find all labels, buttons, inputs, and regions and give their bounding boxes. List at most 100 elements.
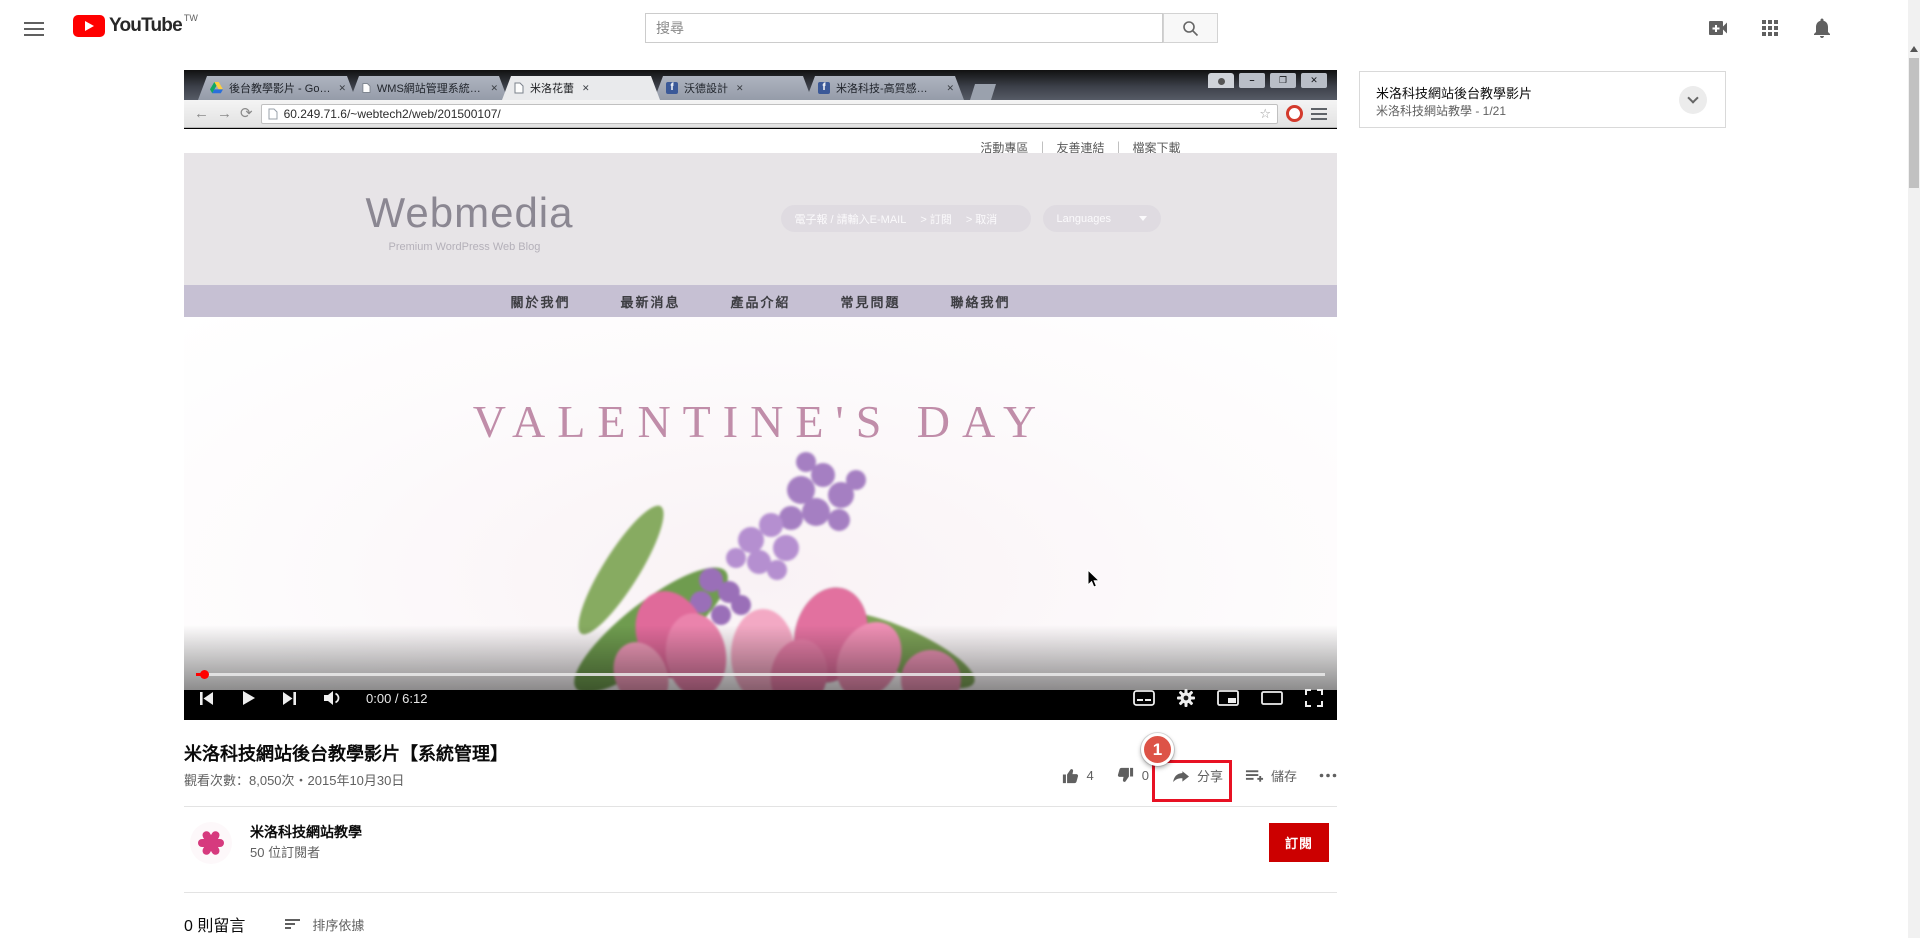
tab-label: WMS網站管理系統-米洛 (377, 80, 483, 96)
page-scrollbar[interactable] (1908, 0, 1920, 938)
annotation-step-badge: 1 (1141, 733, 1174, 766)
comments-header: 0 則留言 排序依據 (184, 912, 364, 936)
site-tagline: Premium WordPress Web Blog (389, 241, 541, 253)
youtube-watch-page: YouTube TW (0, 0, 1920, 938)
tab-label: 後台教學影片 - Google 雲 (229, 80, 330, 96)
upload-video-icon[interactable] (1706, 16, 1730, 40)
youtube-logo-text: YouTube (109, 15, 182, 37)
site-nav-item-0: 關於我們 (510, 292, 570, 311)
scrollbar-thumb[interactable] (1909, 58, 1919, 188)
video-player[interactable]: 後台教學影片 - Google 雲✕WMS網站管理系統-米洛✕米洛花蕾✕f沃德設… (184, 70, 1337, 720)
site-newsletter-bar: 電子報 / 請輸入E-MAIL > 訂閱 > 取消 (781, 205, 1031, 232)
video-browser-toolbar: ← → ⟳ 60.249.71.6/~webtech2/web/20150010… (184, 100, 1337, 128)
playlist-title: 米洛科技網站後台教學影片 (1376, 83, 1532, 102)
thumbs-up-icon (1061, 766, 1080, 785)
video-views: 觀看次數：8,050次・2015年10月30日 (184, 770, 404, 789)
browser-tab-2: 米洛花蕾✕ (502, 76, 660, 100)
like-button[interactable]: 4 (1061, 766, 1094, 785)
progress-bar[interactable] (196, 673, 1325, 676)
search-bar (645, 13, 1218, 43)
playlist-expand-button[interactable] (1679, 86, 1707, 114)
site-logo: Webmedia (366, 189, 574, 237)
caret-down-icon (1139, 216, 1147, 221)
settings-gear-icon[interactable] (1177, 689, 1195, 707)
playlist-meta: 米洛科技網站教學 - 1/21 (1376, 102, 1506, 119)
miniplayer-icon[interactable] (1217, 690, 1239, 706)
scrollbar-up-arrow[interactable] (1910, 46, 1918, 52)
facebook-icon: f (666, 82, 678, 94)
facebook-icon: f (818, 82, 830, 94)
video-title: 米洛科技網站後台教學影片【系統管理】 (184, 740, 1084, 766)
site-top-links: 活動專區｜友善連結｜檔案下載 (341, 129, 1181, 156)
browser-forward-icon: → (217, 106, 232, 121)
more-actions-button[interactable] (1319, 773, 1337, 778)
tab-close-icon: ✕ (944, 83, 956, 94)
previous-button[interactable] (198, 690, 215, 707)
share-button[interactable]: 分享 (1171, 766, 1223, 785)
tab-close-icon: ✕ (580, 83, 592, 94)
subtitles-icon[interactable] (1133, 690, 1155, 706)
menu-icon[interactable] (24, 18, 44, 38)
sort-icon (285, 918, 302, 930)
browser-tab-0: 後台教學影片 - Google 雲 ✕ (198, 76, 356, 100)
progress-scrubber[interactable] (200, 670, 209, 679)
new-tab-icon (970, 84, 996, 100)
channel-subscribers: 50 位訂閱者 (250, 842, 320, 861)
playlist-add-icon (1245, 768, 1264, 784)
browser-extension-icon (1286, 105, 1303, 122)
apps-grid-icon[interactable] (1758, 16, 1782, 40)
play-button[interactable] (239, 689, 257, 707)
video-webpage: 活動專區｜友善連結｜檔案下載 Webmedia Premium WordPres… (184, 129, 1337, 690)
site-nav-item-2: 產品介紹 (730, 292, 790, 311)
divider (184, 806, 1337, 807)
search-input[interactable] (645, 13, 1163, 43)
site-nav-item-1: 最新消息 (620, 292, 680, 311)
save-button[interactable]: 儲存 (1245, 766, 1297, 785)
tab-close-icon: ✕ (336, 83, 348, 94)
time-display: 0:00 / 6:12 (366, 691, 427, 706)
search-icon (1182, 20, 1199, 37)
next-button[interactable] (281, 690, 298, 707)
youtube-header: YouTube TW (0, 0, 1920, 56)
comments-count: 0 則留言 (184, 912, 245, 936)
dislike-button[interactable]: 0 (1116, 766, 1149, 785)
browser-refresh-icon: ⟳ (240, 106, 253, 121)
channel-row: 米洛科技網站教學 50 位訂閱者 訂閱 (184, 818, 1337, 874)
theater-mode-icon[interactable] (1261, 691, 1283, 705)
like-count: 4 (1087, 768, 1094, 783)
search-button[interactable] (1163, 13, 1218, 43)
subscribe-button[interactable]: 訂閱 (1269, 823, 1329, 862)
fullscreen-icon[interactable] (1305, 689, 1323, 707)
youtube-logo[interactable]: YouTube TW (73, 15, 198, 37)
tab-label: 沃德設計 (684, 80, 728, 96)
newsletter-cancel-link: > 取消 (966, 211, 997, 227)
browser-tab-3: f 沃德設計 ✕ (654, 76, 812, 100)
video-browser-titlebar: 後台教學影片 - Google 雲✕WMS網站管理系統-米洛✕米洛花蕾✕f沃德設… (184, 70, 1337, 100)
newsletter-label: 電子報 / 請輸入E-MAIL (795, 211, 907, 227)
youtube-play-icon (73, 15, 105, 37)
site-nav-bar: 關於我們 最新消息 產品介紹 常見問題 聯絡我們 (184, 285, 1337, 317)
browser-url-text: 60.249.71.6/~webtech2/web/201500107/ (284, 107, 1254, 121)
mouse-cursor (1087, 569, 1101, 589)
chevron-down-icon (1687, 92, 1698, 103)
site-nav-item-4: 聯絡我們 (951, 292, 1011, 311)
playlist-panel[interactable]: 米洛科技網站後台教學影片 米洛科技網站教學 - 1/21 (1359, 71, 1726, 128)
save-label: 儲存 (1271, 766, 1297, 785)
video-actions: 4 0 分享 儲存 (1050, 766, 1337, 785)
sort-comments-button[interactable]: 排序依據 (285, 915, 364, 934)
tab-close-icon: ✕ (734, 83, 746, 94)
volume-icon[interactable] (322, 689, 342, 707)
site-nav-item-3: 常見問題 (841, 292, 901, 311)
youtube-region-label: TW (184, 13, 198, 23)
divider (184, 892, 1337, 893)
channel-avatar[interactable] (190, 822, 232, 864)
site-header-band (184, 153, 1337, 285)
browser-tab-4: f米洛科技-高質感網站設計✕ (806, 76, 964, 100)
flower-bouquet-image (501, 420, 1021, 690)
browser-tab-1: WMS網站管理系統-米洛✕ (350, 76, 508, 100)
newsletter-subscribe-link: > 訂閱 (920, 211, 951, 227)
notifications-bell-icon[interactable] (1810, 16, 1834, 40)
browser-menu-icon (1311, 105, 1327, 123)
channel-name[interactable]: 米洛科技網站教學 (250, 822, 362, 842)
browser-back-icon: ← (194, 106, 209, 121)
